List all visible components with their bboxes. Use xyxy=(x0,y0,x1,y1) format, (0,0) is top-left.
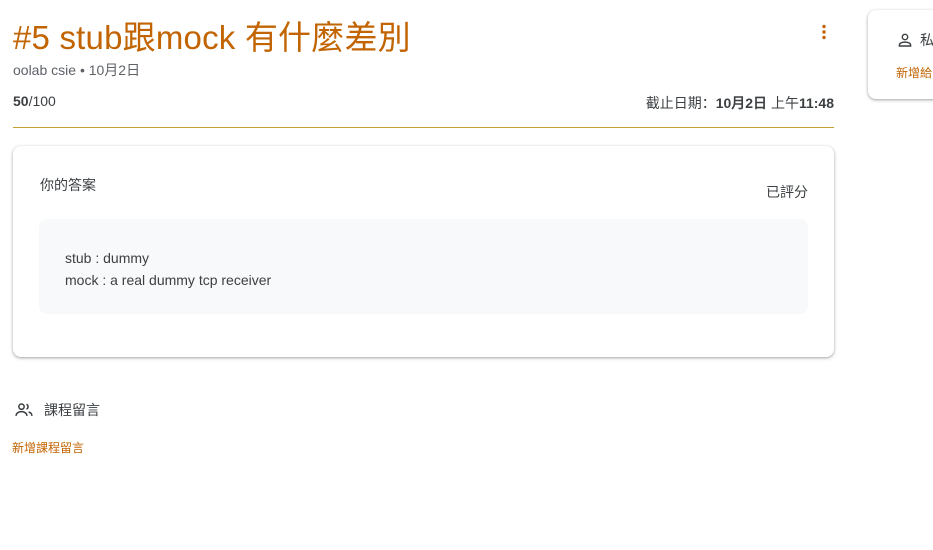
class-comments-label: 課程留言 xyxy=(44,402,100,418)
due-label: 截止日期： xyxy=(645,95,716,111)
points-earned: 50 xyxy=(13,93,29,109)
people-icon xyxy=(15,403,33,416)
person-icon xyxy=(898,33,912,47)
assignment-meta: oolab csie • 10月2日 xyxy=(13,60,140,80)
points-score: 50/100 xyxy=(13,93,56,109)
answer-line: stub : dummy xyxy=(65,250,150,266)
assignment-title: #5 stub跟mock 有什麼差別 xyxy=(13,19,411,56)
meta-separator: • xyxy=(79,62,85,78)
header-divider xyxy=(13,127,834,128)
private-comments-card: 私 新增給 xyxy=(868,10,933,99)
more-options-button[interactable] xyxy=(812,20,836,44)
due-date: 截止日期：10月2日 上午11:48 xyxy=(646,93,834,113)
due-date-value: 10月2日 xyxy=(715,95,768,111)
due-time-value: 11:48 xyxy=(798,95,834,111)
more-vert-icon xyxy=(822,24,826,40)
due-time-prefix: 上午 xyxy=(770,95,799,111)
answer-line: mock : a real dummy tcp receiver xyxy=(65,272,272,288)
author-name: oolab csie xyxy=(13,62,77,78)
posted-date: 10月2日 xyxy=(88,62,141,78)
points-total: /100 xyxy=(28,93,56,109)
add-private-comment-link[interactable]: 新增給 xyxy=(896,64,932,81)
grading-status: 已評分 xyxy=(766,184,808,200)
add-class-comment-link[interactable]: 新增課程留言 xyxy=(12,439,84,456)
answer-box: stub : dummy mock : a real dummy tcp rec… xyxy=(39,219,808,314)
answer-card-title: 你的答案 xyxy=(40,177,96,193)
answer-card: 你的答案 已評分 stub : dummy mock : a real dumm… xyxy=(13,146,834,357)
private-comments-label: 私 xyxy=(920,32,933,48)
class-comments-header: 課程留言 xyxy=(14,400,100,420)
private-comments-header: 私 xyxy=(896,30,933,50)
